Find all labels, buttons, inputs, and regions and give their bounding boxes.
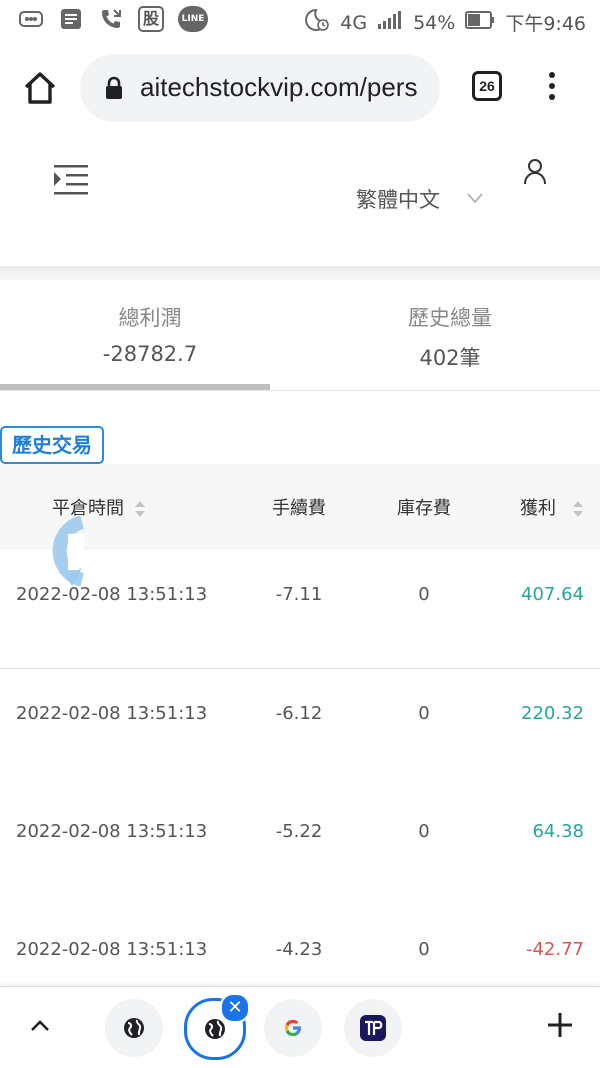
menu-indent-icon[interactable]	[52, 162, 92, 198]
globe-icon	[205, 1019, 225, 1039]
storage-cell: 0	[418, 939, 430, 960]
tab-thumbnail-globe[interactable]	[105, 999, 163, 1057]
address-bar[interactable]: aitechstockvip.com/pers	[80, 54, 440, 122]
lock-icon	[104, 76, 124, 100]
app-header: 繁體中文	[0, 134, 600, 266]
tab-thumbnail-tp-app[interactable]	[344, 999, 402, 1057]
tab-thumbnail-google[interactable]	[264, 999, 322, 1057]
globe-icon	[124, 1018, 144, 1038]
tp-app-icon	[360, 1015, 386, 1041]
line-app-icon: LINE	[178, 6, 208, 32]
chevron-up-icon[interactable]	[28, 1017, 52, 1033]
close-time-cell: 2022-02-08 13:51:13	[16, 939, 208, 960]
network-type: 4G	[340, 11, 368, 34]
battery-percent: 54%	[413, 11, 456, 34]
table-row[interactable]: 2022-02-08 13:51:13 -5.22 0 64.38	[0, 787, 600, 906]
profit-cell: 64.38	[532, 821, 584, 842]
language-selector[interactable]: 繁體中文	[356, 184, 440, 214]
tab-switcher-button[interactable]: 26	[472, 71, 502, 101]
fee-cell: -5.22	[275, 821, 323, 842]
url-text: aitechstockvip.com/pers	[140, 72, 418, 102]
new-tab-plus-icon[interactable]	[546, 1011, 574, 1039]
google-icon	[284, 1019, 301, 1036]
status-bar: 股 LINE 4G 54% 下午9:46	[0, 0, 600, 42]
stock-app-icon: 股	[138, 6, 164, 32]
battery-icon	[465, 11, 495, 34]
tab-strip: ✕	[0, 986, 600, 1068]
column-header-fee: 手續費	[272, 498, 326, 519]
home-icon[interactable]	[22, 70, 58, 106]
summary-panel: 總利潤 -28782.7 歷史總量 402筆	[0, 280, 600, 391]
clock: 下午9:46	[505, 13, 586, 35]
sort-icon[interactable]	[572, 498, 584, 520]
signal-icon	[377, 10, 403, 35]
table-row[interactable]: 2022-02-08 13:51:13 -6.12 0 220.32	[0, 669, 600, 788]
sort-icon[interactable]	[134, 498, 146, 520]
column-header-profit[interactable]: 獲利	[520, 494, 584, 520]
notes-icon	[58, 6, 84, 32]
total-profit-value: -28782.7	[102, 342, 198, 366]
close-tab-icon[interactable]: ✕	[220, 993, 250, 1023]
storage-cell: 0	[418, 584, 430, 605]
do-not-disturb-icon	[304, 8, 330, 37]
header-separator	[0, 266, 600, 280]
table-row[interactable]: 2022-02-08 13:51:13 -7.11 0 407.64	[0, 550, 600, 669]
profit-cell: 407.64	[521, 584, 584, 605]
missed-call-icon	[98, 6, 124, 32]
column-header-storage: 庫存費	[397, 498, 451, 519]
summary-divider	[0, 390, 600, 391]
section-title-badge: 歷史交易	[0, 426, 104, 464]
storage-cell: 0	[418, 703, 430, 724]
browser-toolbar: aitechstockvip.com/pers 26	[0, 42, 600, 176]
browser-menu-icon[interactable]	[542, 70, 562, 106]
history-total-label: 歷史總量	[408, 306, 492, 330]
fee-cell: -7.11	[275, 584, 323, 605]
chevron-down-icon[interactable]	[466, 190, 484, 204]
fee-cell: -6.12	[275, 703, 323, 724]
close-time-cell: 2022-02-08 13:51:13	[16, 821, 208, 842]
loading-spinner-icon	[42, 515, 86, 587]
history-total-tab[interactable]: 歷史總量 402筆	[300, 302, 600, 372]
fee-cell: -4.23	[275, 939, 323, 960]
table-header: 平倉時間 手續費 庫存費 獲利	[0, 464, 600, 551]
total-profit-tab[interactable]: 總利潤 -28782.7	[0, 302, 300, 366]
voicemail-icon	[18, 6, 44, 32]
close-time-cell: 2022-02-08 13:51:13	[16, 584, 208, 605]
profit-cell: -42.77	[525, 939, 584, 960]
close-time-cell: 2022-02-08 13:51:13	[16, 703, 208, 724]
user-icon[interactable]	[522, 158, 548, 186]
profit-cell: 220.32	[521, 703, 584, 724]
total-profit-label: 總利潤	[118, 306, 182, 330]
storage-cell: 0	[418, 821, 430, 842]
history-total-value: 402筆	[419, 346, 481, 370]
